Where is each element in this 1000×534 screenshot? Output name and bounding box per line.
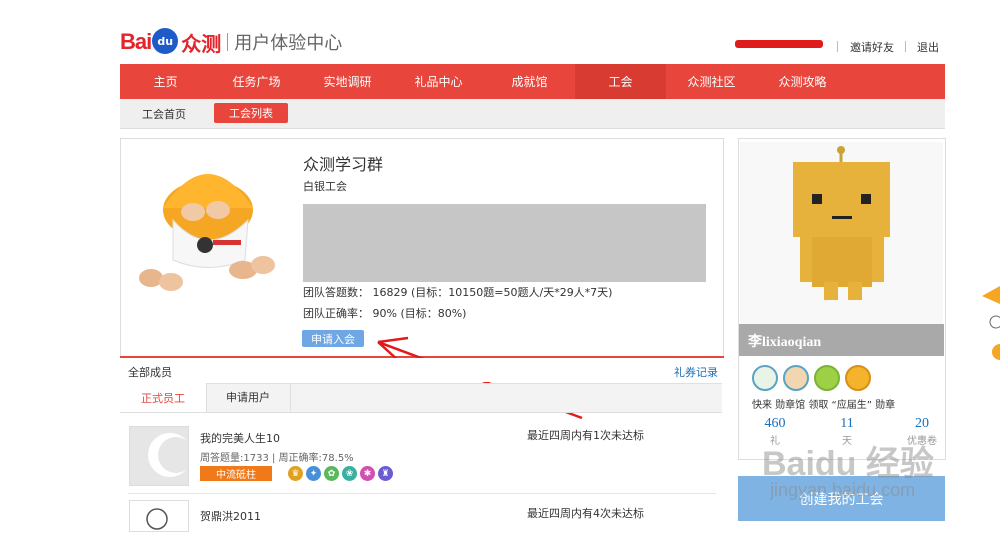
guild-title: 众测学习群 bbox=[303, 155, 384, 174]
member-name[interactable]: 贺鼎洪2011 bbox=[200, 508, 261, 524]
medal-icon: ✱ bbox=[360, 466, 375, 481]
side-mascot bbox=[982, 286, 1000, 360]
profile-badges bbox=[752, 365, 871, 391]
tab-applicants[interactable]: 申请用户 bbox=[206, 383, 291, 411]
medal-icon: ❀ bbox=[342, 466, 357, 481]
guild-description-redacted bbox=[303, 204, 706, 282]
invite-friends-link[interactable]: 邀请好友 bbox=[850, 39, 894, 55]
member-status: 最近四周内有1次未达标 bbox=[527, 429, 644, 442]
medal-icon: ✦ bbox=[306, 466, 321, 481]
badge-icon[interactable] bbox=[814, 365, 840, 391]
all-members-label: 全部成员 bbox=[128, 366, 172, 379]
logo-subtitle: 用户体验中心 bbox=[234, 33, 343, 54]
watermark-url: jingyan.baidu.com bbox=[770, 480, 916, 500]
stat-value: 20 bbox=[915, 416, 929, 431]
badge-icon[interactable] bbox=[783, 365, 809, 391]
subnav-guild-home[interactable]: 工会首页 bbox=[142, 106, 186, 122]
medal-icon: ✿ bbox=[324, 466, 339, 481]
stat-value: 460 bbox=[764, 416, 786, 431]
header-divider bbox=[837, 41, 838, 52]
members-header bbox=[120, 358, 722, 382]
trophy-icon: ♛ bbox=[288, 466, 303, 481]
nav-item-gifts[interactable]: 礼品中心 bbox=[393, 64, 484, 99]
logo-zhongce-text: 众测 bbox=[181, 31, 222, 56]
medal-icon: ♜ bbox=[378, 466, 393, 481]
nav-item-achievements[interactable]: 成就馆 bbox=[484, 64, 575, 99]
baidu-logo[interactable]: Bai du 众测 用户体验中心 bbox=[120, 22, 342, 62]
row-divider bbox=[128, 493, 716, 494]
team-accuracy: 团队正确率： 90% (目标：80%) bbox=[303, 307, 467, 320]
nav-item-guild[interactable]: 工会 bbox=[575, 64, 666, 99]
logo-divider bbox=[227, 33, 229, 51]
profile-username[interactable]: 李lixiaoqian bbox=[748, 331, 821, 351]
member-stats: 周答题量:1733 | 周正确率:78.5% bbox=[200, 453, 354, 464]
paw-icon: du bbox=[152, 28, 179, 54]
badge-icon[interactable] bbox=[752, 365, 778, 391]
guild-avatar-egg-cooker bbox=[139, 174, 275, 291]
badge-hint-text: 快来 勋章馆 领取 “应届生” 勋章 bbox=[752, 400, 896, 411]
logout-link[interactable]: 退出 bbox=[917, 39, 939, 55]
member-avatar[interactable] bbox=[129, 426, 194, 486]
guild-level: 白银工会 bbox=[303, 180, 347, 193]
coupon-record-link[interactable]: 礼券记录 bbox=[674, 364, 718, 380]
nav-item-home[interactable]: 主页 bbox=[120, 64, 211, 99]
team-answer-count: 团队答题数： 16829 (目标：10150题=50题人/天*29人*7天) bbox=[303, 286, 613, 299]
badge-icon[interactable] bbox=[845, 365, 871, 391]
stat-value: 11 bbox=[840, 416, 854, 431]
member-name[interactable]: 我的完美人生10 bbox=[200, 430, 280, 446]
subnav-guild-list[interactable]: 工会列表 bbox=[214, 103, 288, 123]
main-nav: 主页 任务广场 实地调研 礼品中心 成就馆 工会 众测社区 众测攻略 bbox=[120, 64, 945, 99]
robot-avatar bbox=[740, 142, 943, 324]
apply-join-button[interactable]: 申请入会 bbox=[302, 330, 364, 347]
username-redacted[interactable] bbox=[735, 40, 823, 48]
baidu-jingyan-watermark: Baidu 经验 bbox=[762, 445, 934, 483]
header-divider bbox=[905, 41, 906, 52]
member-avatar[interactable] bbox=[129, 500, 189, 532]
tab-official-staff[interactable]: 正式员工 bbox=[120, 383, 207, 412]
nav-item-tasks[interactable]: 任务广场 bbox=[211, 64, 302, 99]
nav-item-community[interactable]: 众测社区 bbox=[666, 64, 757, 99]
nav-item-field-research[interactable]: 实地调研 bbox=[302, 64, 393, 99]
sub-nav: 工会首页 工会列表 bbox=[120, 99, 945, 129]
member-title-badge: 中流砥柱 bbox=[200, 466, 272, 481]
member-medals: ♛ ✦ ✿ ❀ ✱ ♜ bbox=[288, 466, 393, 481]
nav-item-guide[interactable]: 众测攻略 bbox=[757, 64, 848, 99]
logo-bai-text: Bai bbox=[120, 29, 152, 54]
member-status: 最近四周内有4次未达标 bbox=[527, 507, 644, 520]
